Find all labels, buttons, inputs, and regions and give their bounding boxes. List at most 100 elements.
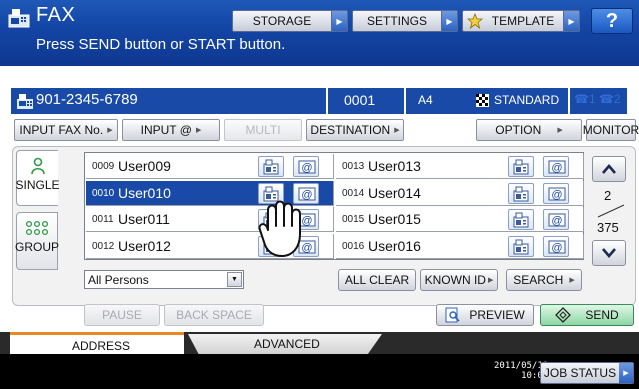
app-title: FAX [36,4,76,26]
chevron-right-icon: ▶ [331,11,347,31]
email-destination-button[interactable]: @ [543,235,569,257]
destination-label: DESTINATION [310,123,391,137]
send-label: SEND [585,308,619,322]
email-at-icon: @ [298,160,316,174]
divider [568,88,570,114]
storage-button[interactable]: STORAGE ▶ [232,10,348,32]
multi-label: MULTI [245,123,281,137]
address-filter-value: All Persons [88,273,149,287]
tab-single[interactable]: SINGLE [16,150,60,206]
tab-address[interactable]: ADDRESS [10,332,184,356]
line-status-indicator: ☎1 ☎2 [574,92,621,106]
person-icon [30,157,45,175]
email-at-icon: @ [548,240,566,254]
fax-number-display: 901-2345-6789 [36,91,138,108]
template-button[interactable]: TEMPLATE ▶ [462,10,580,32]
email-at-icon: @ [548,213,566,227]
chevron-right-icon: ▶ [487,277,494,284]
email-destination-button[interactable]: @ [543,182,569,204]
entry-number: 0012 [92,240,115,252]
storage-button-label: STORAGE [252,14,312,28]
fax-icon [513,186,529,201]
option-label: OPTION [495,123,542,137]
email-destination-button[interactable]: @ [543,156,569,177]
back-space-button[interactable]: BACK SPACE [164,304,264,326]
input-email-button[interactable]: INPUT @ ▶ [122,119,220,141]
address-entry[interactable]: 0009 User009 @ [86,154,334,179]
settings-button-label: SETTINGS [366,14,427,28]
entry-number: 0014 [342,187,365,199]
job-number: 0001 [344,92,376,108]
tab-advanced[interactable]: ADVANCED [188,334,382,356]
entry-name: User014 [368,184,421,201]
chevron-right-icon: ▶ [394,127,400,134]
pause-label: PAUSE [102,308,142,322]
dropdown-arrow-icon: ▼ [227,272,242,287]
address-entry[interactable]: 0013 User013 @ [336,154,584,179]
fax-destination-button[interactable] [508,182,534,204]
checkered-resolution-icon [476,94,489,107]
input-email-label: INPUT @ [140,123,192,137]
hand-pointer-icon [258,200,301,257]
chevron-right-icon: ▶ [569,277,575,284]
chevron-right-icon: ▶ [195,127,202,134]
settings-button[interactable]: SETTINGS ▶ [352,10,458,32]
job-status-label: JOB STATUS [543,366,617,380]
template-button-label: TEMPLATE [491,14,555,28]
back-space-label: BACK SPACE [176,308,252,322]
all-clear-button[interactable]: ALL CLEAR [338,269,416,291]
known-id-label: KNOWN ID [424,273,486,287]
address-entry[interactable]: 0015 User015 @ [336,207,584,232]
address-filter-select[interactable]: All Persons ▼ [84,270,244,289]
scroll-up-button[interactable] [592,156,626,182]
monitor-button[interactable]: MONITOR [582,119,639,141]
entry-number: 0013 [342,161,365,172]
job-status-button[interactable]: JOB STATUS ▶ [540,362,634,384]
preview-magnifier-icon [445,307,460,323]
fax-destination-button[interactable] [508,235,534,257]
chevron-right-icon: ▶ [619,363,633,383]
email-destination-button[interactable]: @ [543,209,569,230]
entry-number: 0009 [92,161,115,172]
multi-button[interactable]: MULTI [224,119,302,141]
email-at-icon: @ [548,187,566,201]
entry-number: 0010 [92,187,115,199]
fax-destination-button[interactable] [258,156,284,177]
instruction-text: Press SEND button or START button. [36,36,286,53]
monitor-label: MONITOR [582,123,639,137]
input-fax-number-button[interactable]: INPUT FAX No. ▶ [14,119,118,141]
divider [326,88,328,114]
svg-text:@: @ [301,162,312,174]
entry-number: 0016 [342,240,365,252]
scroll-down-button[interactable] [592,240,626,266]
help-button[interactable]: ? [591,8,633,34]
chevron-down-icon [602,248,616,258]
search-label: SEARCH [513,273,564,287]
fax-destination-button[interactable] [508,156,534,177]
fax-icon [513,159,529,175]
preview-button[interactable]: PREVIEW [436,304,534,326]
tab-advanced-label: ADVANCED [254,337,320,351]
email-destination-button[interactable]: @ [293,156,319,177]
destination-button[interactable]: DESTINATION ▶ [306,119,404,141]
send-button[interactable]: SEND [540,304,634,326]
tab-group[interactable]: GROUP [15,212,59,270]
svg-text:@: @ [551,215,562,227]
chevron-right-icon: ▶ [557,127,563,134]
option-button[interactable]: OPTION ▶ [476,119,582,141]
entry-number: 0011 [92,214,114,225]
address-entry[interactable]: 0016 User016 @ [336,233,584,259]
entry-name: User010 [118,184,171,201]
svg-text:@: @ [551,162,562,174]
fax-destination-button[interactable] [508,209,534,230]
send-diamond-icon [555,307,572,323]
address-entry[interactable]: 0014 User014 @ [336,180,584,206]
search-button[interactable]: SEARCH ▶ [506,269,582,291]
svg-text:@: @ [551,242,562,254]
fax-machine-icon [8,9,30,28]
known-id-button[interactable]: KNOWN ID ▶ [420,269,498,291]
entry-name: User015 [368,211,421,227]
group-icon [25,220,49,236]
pause-button[interactable]: PAUSE [84,304,160,326]
fax-icon [513,212,529,228]
